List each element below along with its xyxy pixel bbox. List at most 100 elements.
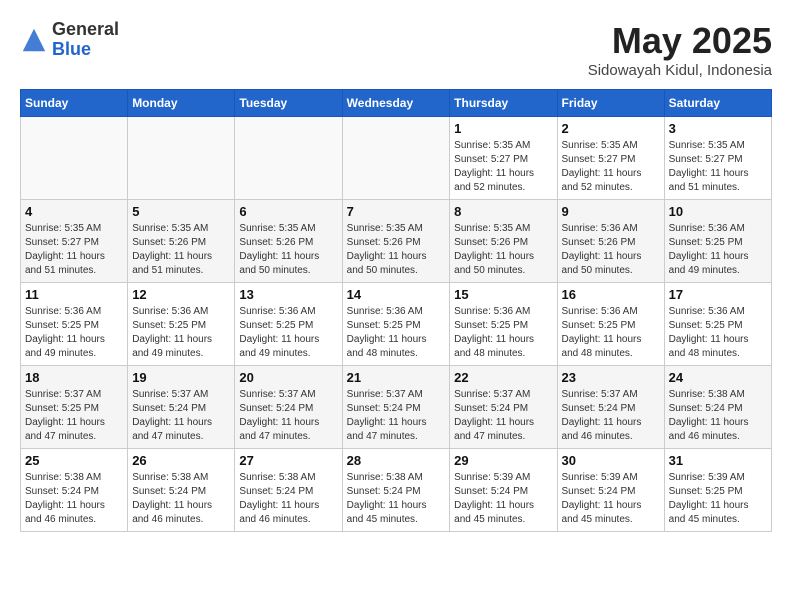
calendar-cell: 5Sunrise: 5:35 AM Sunset: 5:26 PM Daylig… (128, 200, 235, 283)
day-info: Sunrise: 5:35 AM Sunset: 5:27 PM Dayligh… (25, 222, 123, 278)
day-number: 8 (454, 204, 552, 219)
calendar-cell: 17 Sunrise: 5:36 AM Sunset: 5:25 PM Dayli… (664, 283, 771, 366)
day-number: 17 (669, 287, 767, 302)
calendar-week-row: 18 Sunrise: 5:37 AM Sunset: 5:25 PM Dayli… (21, 366, 772, 449)
day-info: Sunrise: 5:37 AM Sunset: 5:24 PM Dayligh… (132, 388, 230, 444)
day-info: Sunrise: 5:35 AM Sunset: 5:27 PM Dayligh… (454, 139, 552, 195)
calendar-cell: 4Sunrise: 5:35 AM Sunset: 5:27 PM Daylig… (21, 200, 128, 283)
day-info: Sunrise: 5:38 AM Sunset: 5:24 PM Dayligh… (669, 388, 767, 444)
day-info: Sunrise: 5:36 AM Sunset: 5:25 PM Dayligh… (132, 305, 230, 361)
calendar-cell: 13Sunrise: 5:36 AM Sunset: 5:25 PM Dayli… (235, 283, 342, 366)
calendar-cell: 24 Sunrise: 5:38 AM Sunset: 5:24 PM Dayli… (664, 366, 771, 449)
day-number: 14 (347, 287, 446, 302)
day-number: 9 (562, 204, 660, 219)
calendar-cell: 25Sunrise: 5:38 AM Sunset: 5:24 PM Dayli… (21, 449, 128, 532)
calendar-cell: 26 Sunrise: 5:38 AM Sunset: 5:24 PM Dayli… (128, 449, 235, 532)
calendar-cell: 31 Sunrise: 5:39 AM Sunset: 5:25 PM Dayli… (664, 449, 771, 532)
calendar-cell: 1 Sunrise: 5:35 AM Sunset: 5:27 PM Daylig… (450, 117, 557, 200)
calendar-table: SundayMondayTuesdayWednesdayThursdayFrid… (20, 89, 772, 532)
calendar-cell: 23 Sunrise: 5:37 AM Sunset: 5:24 PM Dayli… (557, 366, 664, 449)
calendar-cell (342, 117, 450, 200)
day-info: Sunrise: 5:36 AM Sunset: 5:25 PM Dayligh… (669, 305, 767, 361)
page-header: General Blue May 2025 Sidowayah Kidul, I… (20, 20, 772, 79)
day-number: 18 (25, 370, 123, 385)
logo-icon (20, 26, 48, 54)
day-info: Sunrise: 5:36 AM Sunset: 5:26 PM Dayligh… (562, 222, 660, 278)
day-info: Sunrise: 5:35 AM Sunset: 5:26 PM Dayligh… (347, 222, 446, 278)
day-info: Sunrise: 5:37 AM Sunset: 5:25 PM Dayligh… (25, 388, 123, 444)
day-info: Sunrise: 5:35 AM Sunset: 5:26 PM Dayligh… (454, 222, 552, 278)
day-number: 20 (239, 370, 337, 385)
day-number: 27 (239, 453, 337, 468)
calendar-week-row: 1 Sunrise: 5:35 AM Sunset: 5:27 PM Daylig… (21, 117, 772, 200)
day-info: Sunrise: 5:35 AM Sunset: 5:26 PM Dayligh… (239, 222, 337, 278)
day-info: Sunrise: 5:36 AM Sunset: 5:25 PM Dayligh… (347, 305, 446, 361)
calendar-cell: 11 Sunrise: 5:36 AM Sunset: 5:25 PM Dayli… (21, 283, 128, 366)
weekday-header: Saturday (664, 90, 771, 117)
day-number: 30 (562, 453, 660, 468)
day-info: Sunrise: 5:36 AM Sunset: 5:25 PM Dayligh… (669, 222, 767, 278)
day-number: 11 (25, 287, 123, 302)
day-number: 25 (25, 453, 123, 468)
day-info: Sunrise: 5:37 AM Sunset: 5:24 PM Dayligh… (454, 388, 552, 444)
calendar-cell (128, 117, 235, 200)
calendar-cell: 20 Sunrise: 5:37 AM Sunset: 5:24 PM Dayli… (235, 366, 342, 449)
day-number: 24 (669, 370, 767, 385)
day-number: 16 (562, 287, 660, 302)
calendar-week-row: 25 Sunrise: 5:38 AM Sunset: 5:24 PM Dayli… (21, 449, 772, 532)
day-number: 2 (562, 121, 660, 136)
calendar-cell: 18 Sunrise: 5:37 AM Sunset: 5:25 PM Dayli… (21, 366, 128, 449)
calendar-cell: 19Sunrise: 5:37 AM Sunset: 5:24 PM Dayli… (128, 366, 235, 449)
day-number: 29 (454, 453, 552, 468)
month-title: May 2025 (588, 20, 772, 62)
day-number: 7 (347, 204, 446, 219)
location: Sidowayah Kidul, Indonesia (588, 62, 772, 79)
day-number: 3 (669, 121, 767, 136)
day-info: Sunrise: 5:37 AM Sunset: 5:24 PM Dayligh… (562, 388, 660, 444)
calendar-cell: 21Sunrise: 5:37 AM Sunset: 5:24 PM Dayli… (342, 366, 450, 449)
weekday-header: Monday (128, 90, 235, 117)
day-number: 13 (239, 287, 337, 302)
day-number: 22 (454, 370, 552, 385)
day-info: Sunrise: 5:38 AM Sunset: 5:24 PM Dayligh… (347, 471, 446, 527)
calendar-cell: 10Sunrise: 5:36 AM Sunset: 5:25 PM Dayli… (664, 200, 771, 283)
logo-general: General (52, 20, 119, 40)
day-info: Sunrise: 5:36 AM Sunset: 5:25 PM Dayligh… (562, 305, 660, 361)
day-number: 1 (454, 121, 552, 136)
day-number: 26 (132, 453, 230, 468)
day-info: Sunrise: 5:36 AM Sunset: 5:25 PM Dayligh… (25, 305, 123, 361)
day-info: Sunrise: 5:35 AM Sunset: 5:27 PM Dayligh… (562, 139, 660, 195)
weekday-header: Thursday (450, 90, 557, 117)
calendar-cell: 3 Sunrise: 5:35 AM Sunset: 5:27 PM Daylig… (664, 117, 771, 200)
day-info: Sunrise: 5:38 AM Sunset: 5:24 PM Dayligh… (132, 471, 230, 527)
calendar-cell: 29Sunrise: 5:39 AM Sunset: 5:24 PM Dayli… (450, 449, 557, 532)
day-number: 15 (454, 287, 552, 302)
day-number: 12 (132, 287, 230, 302)
calendar-cell: 14 Sunrise: 5:36 AM Sunset: 5:25 PM Dayli… (342, 283, 450, 366)
logo: General Blue (20, 20, 119, 60)
weekday-header: Tuesday (235, 90, 342, 117)
logo-text: General Blue (52, 20, 119, 60)
calendar-cell: 6Sunrise: 5:35 AM Sunset: 5:26 PM Daylig… (235, 200, 342, 283)
day-info: Sunrise: 5:39 AM Sunset: 5:24 PM Dayligh… (562, 471, 660, 527)
calendar-cell: 30 Sunrise: 5:39 AM Sunset: 5:24 PM Dayli… (557, 449, 664, 532)
calendar-cell: 22 Sunrise: 5:37 AM Sunset: 5:24 PM Dayli… (450, 366, 557, 449)
calendar-cell: 9 Sunrise: 5:36 AM Sunset: 5:26 PM Daylig… (557, 200, 664, 283)
calendar-cell: 2 Sunrise: 5:35 AM Sunset: 5:27 PM Daylig… (557, 117, 664, 200)
calendar-cell: 16 Sunrise: 5:36 AM Sunset: 5:25 PM Dayli… (557, 283, 664, 366)
day-number: 31 (669, 453, 767, 468)
day-info: Sunrise: 5:35 AM Sunset: 5:27 PM Dayligh… (669, 139, 767, 195)
weekday-header: Friday (557, 90, 664, 117)
title-block: May 2025 Sidowayah Kidul, Indonesia (588, 20, 772, 79)
calendar-cell: 15 Sunrise: 5:36 AM Sunset: 5:25 PM Dayli… (450, 283, 557, 366)
calendar-week-row: 4Sunrise: 5:35 AM Sunset: 5:27 PM Daylig… (21, 200, 772, 283)
day-info: Sunrise: 5:39 AM Sunset: 5:25 PM Dayligh… (669, 471, 767, 527)
calendar-cell: 8 Sunrise: 5:35 AM Sunset: 5:26 PM Daylig… (450, 200, 557, 283)
day-info: Sunrise: 5:36 AM Sunset: 5:25 PM Dayligh… (454, 305, 552, 361)
day-info: Sunrise: 5:37 AM Sunset: 5:24 PM Dayligh… (239, 388, 337, 444)
calendar-cell: 12 Sunrise: 5:36 AM Sunset: 5:25 PM Dayli… (128, 283, 235, 366)
logo-blue: Blue (52, 40, 119, 60)
calendar-cell (21, 117, 128, 200)
day-number: 23 (562, 370, 660, 385)
day-number: 28 (347, 453, 446, 468)
